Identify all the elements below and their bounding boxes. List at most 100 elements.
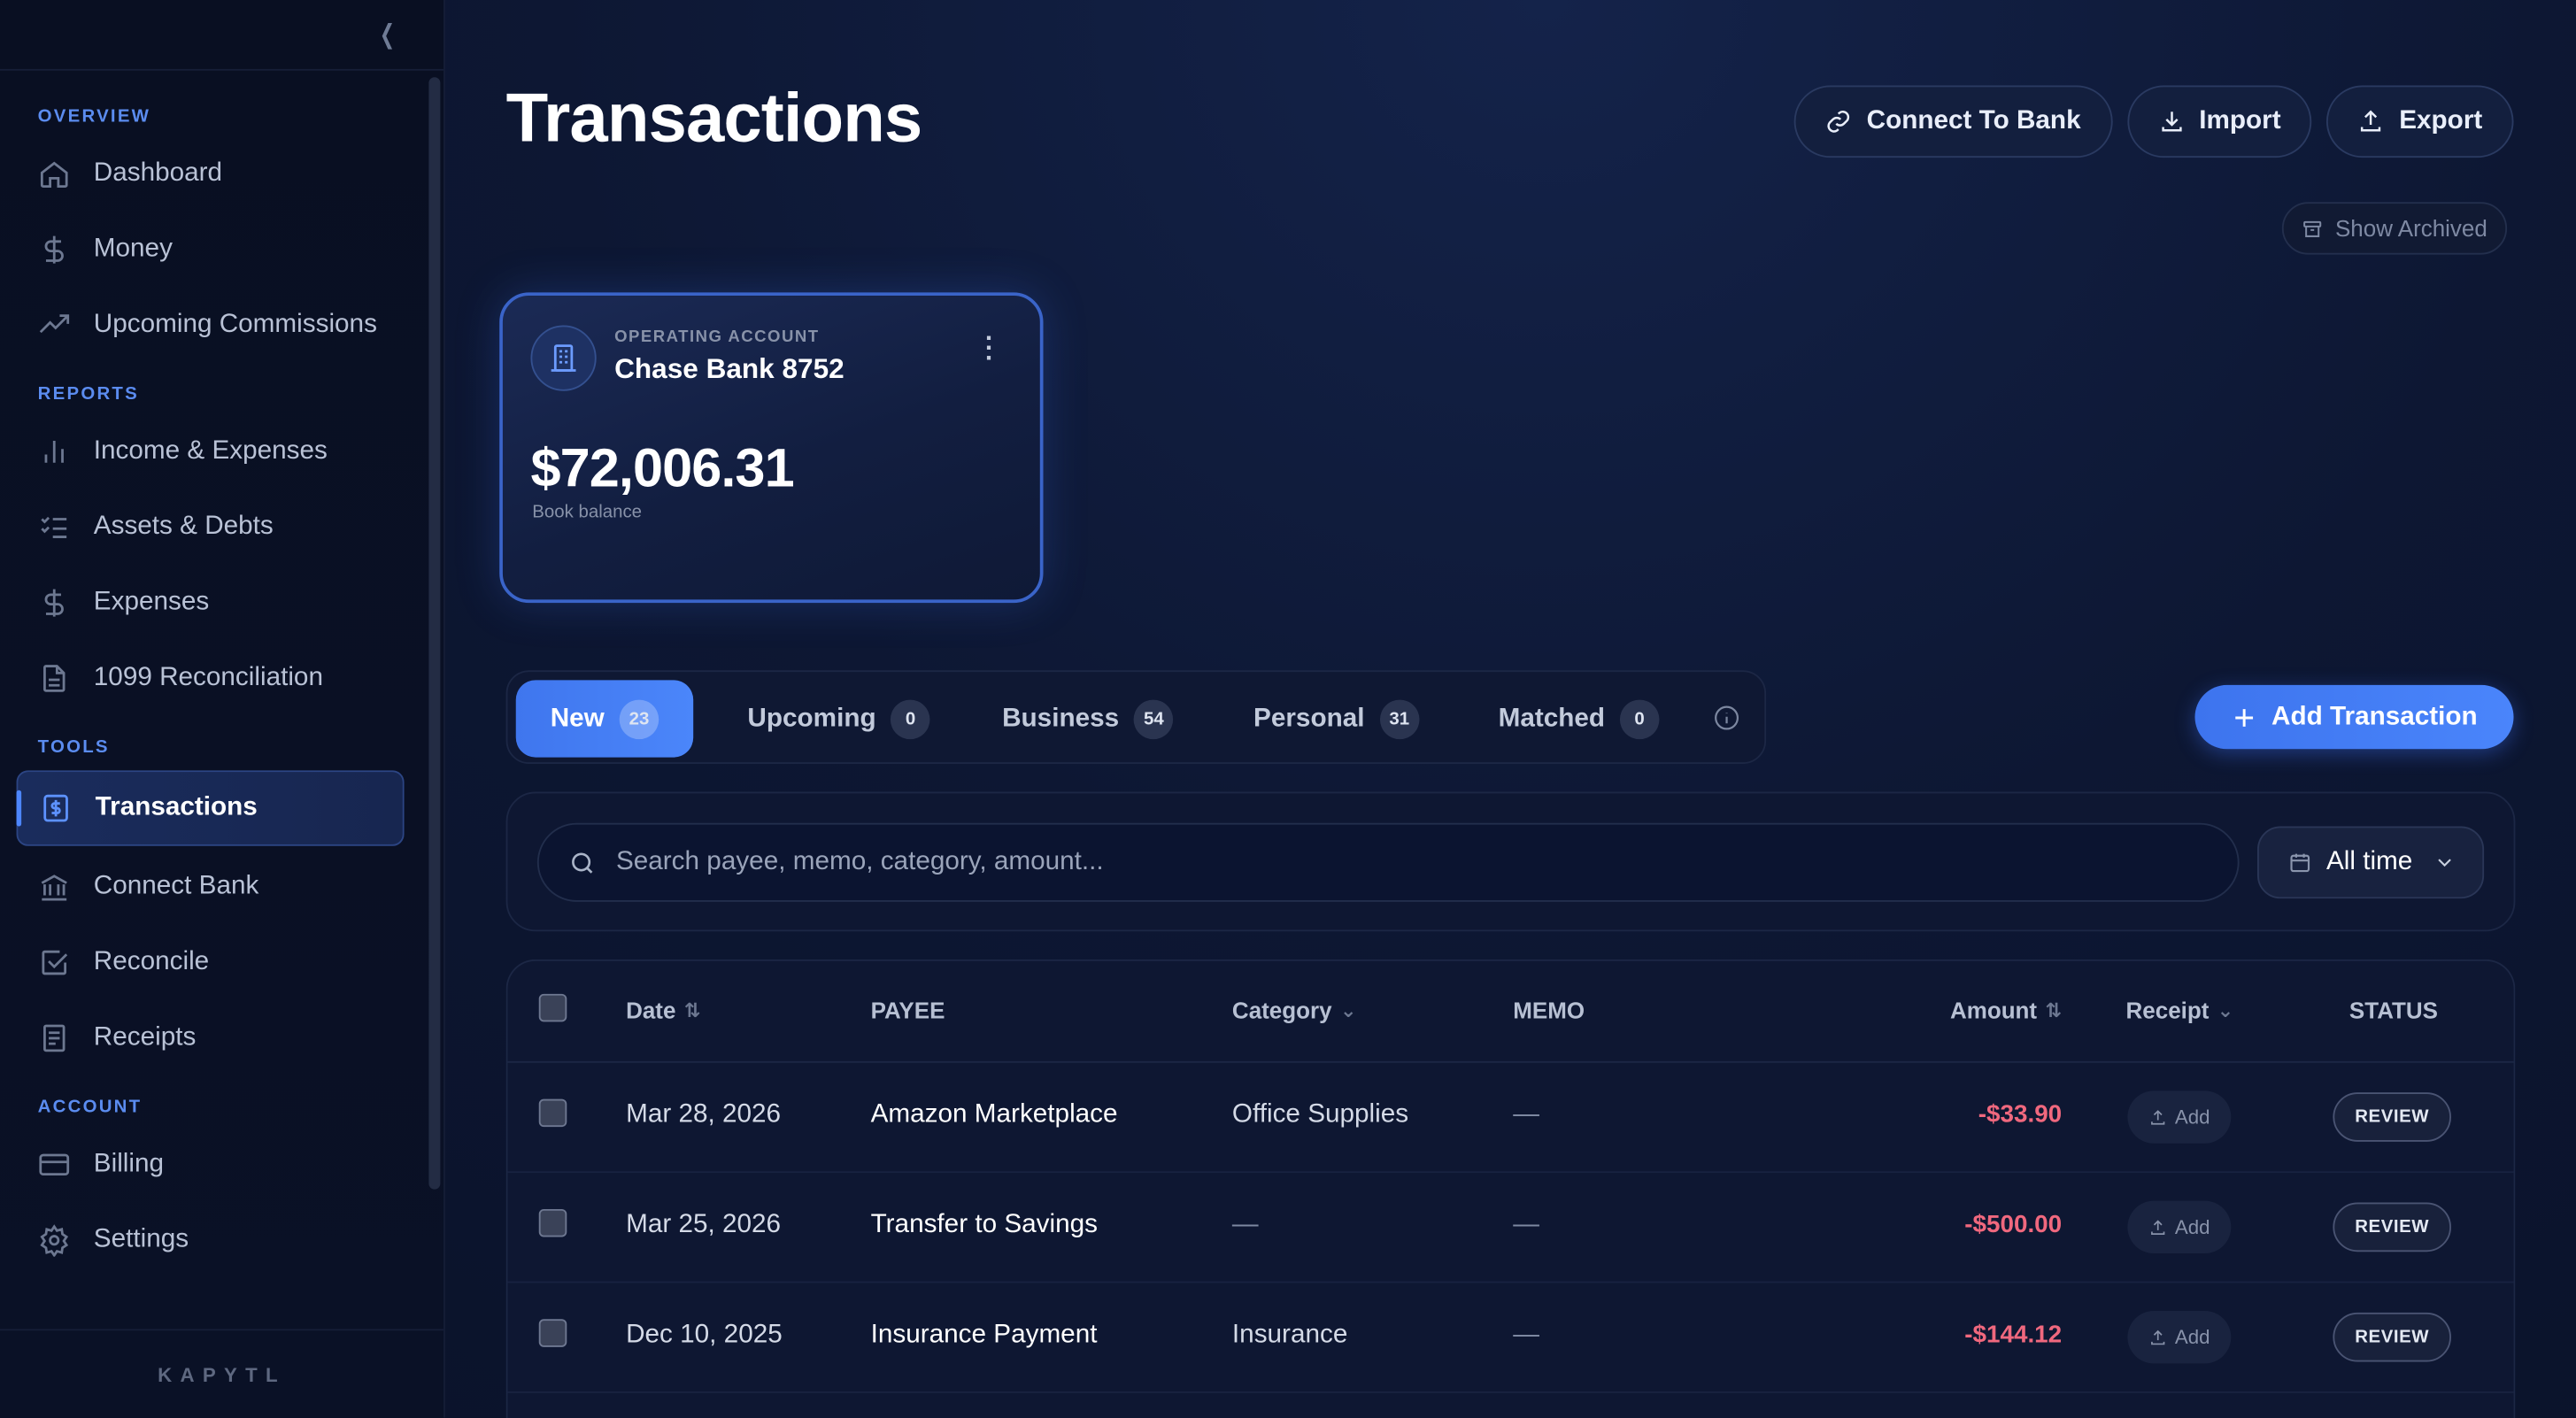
sidebar-item-label: Expenses (93, 588, 210, 616)
count-badge: 31 (1379, 698, 1420, 739)
sidebar-item-1099-reconciliation[interactable]: 1099 Reconciliation (0, 641, 443, 716)
upload-icon (2150, 1219, 2165, 1235)
import-button[interactable]: Import (2126, 85, 2312, 158)
collapse-sidebar-button[interactable]: ❮ (0, 0, 444, 71)
sidebar-item-connect-bank[interactable]: Connect Bank (0, 850, 443, 925)
column-status: STATUS (2349, 998, 2438, 1024)
row-date: Dec 10, 2025 (626, 1321, 783, 1349)
sidebar-item-label: Settings (93, 1225, 189, 1254)
sidebar-item-receipts[interactable]: Receipts (0, 1000, 443, 1075)
column-date[interactable]: Date ⇅ (626, 998, 700, 1024)
review-status-button[interactable]: REVIEW (2333, 1312, 2452, 1362)
tab-new[interactable]: New 23 (515, 680, 694, 758)
column-payee: PAYEE (871, 998, 945, 1024)
sidebar-item-reconcile[interactable]: Reconcile (0, 925, 443, 1000)
row-category[interactable]: Office Supplies (1232, 1100, 1408, 1129)
row-date: Mar 28, 2026 (626, 1100, 782, 1129)
home-icon (38, 158, 71, 190)
add-receipt-label: Add (2174, 1215, 2210, 1239)
tab-matched[interactable]: Matched 0 (1499, 680, 1660, 757)
table-header: Date ⇅ PAYEE Category ⌄ MEMO Amount ⇅ Recei… (507, 961, 2514, 1063)
sidebar-item-label: Reconcile (93, 947, 210, 976)
header-actions: Connect To Bank Import Export (1793, 85, 2514, 158)
row-checkbox[interactable] (538, 1319, 567, 1347)
column-receipt[interactable]: Receipt ⌄ (2126, 998, 2234, 1024)
sidebar-item-assets-debts[interactable]: Assets & Debts (0, 489, 443, 565)
tab-personal[interactable]: Personal 31 (1253, 680, 1420, 757)
row-category[interactable]: — (1232, 1211, 1259, 1240)
account-card[interactable]: OPERATING ACCOUNT Chase Bank 8752 · · · $7… (499, 292, 1044, 604)
review-status-button[interactable]: REVIEW (2333, 1092, 2452, 1142)
tab-label: Personal (1253, 704, 1365, 732)
table-row[interactable]: Mar 25, 2026 Transfer to Savings — — -$5… (507, 1173, 2514, 1283)
table-row[interactable]: Dec 10, 2025 Insurance Payment Insurance… (507, 1283, 2514, 1393)
chevron-down-icon: ⌄ (2217, 998, 2234, 1022)
section-title-account: ACCOUNT (37, 1097, 143, 1118)
dollar-icon (38, 234, 71, 266)
review-status-button[interactable]: REVIEW (2333, 1202, 2452, 1252)
count-badge: 54 (1133, 698, 1174, 739)
column-label: PAYEE (870, 997, 945, 1024)
sidebar-item-billing[interactable]: Billing (0, 1127, 443, 1202)
search-box[interactable] (536, 822, 2240, 902)
row-memo: — (1513, 1321, 1539, 1349)
tab-upcoming[interactable]: Upcoming 0 (747, 680, 930, 757)
tab-label: Upcoming (747, 704, 876, 732)
sidebar-item-label: Upcoming Commissions (93, 310, 377, 339)
bank-icon (38, 871, 71, 904)
column-amount[interactable]: Amount ⇅ (1950, 998, 2062, 1024)
balance-label: Book balance (532, 502, 643, 523)
row-date: Mar 25, 2026 (626, 1210, 782, 1239)
table-row[interactable]: Mar 28, 2026 Amazon Marketplace Office S… (507, 1063, 2514, 1174)
column-label: Category (1231, 997, 1332, 1024)
import-label: Import (2199, 106, 2281, 135)
column-label: Receipt (2125, 997, 2210, 1024)
add-receipt-button[interactable]: Add (2127, 1311, 2232, 1364)
sidebar-item-transactions[interactable]: Transactions (16, 770, 405, 846)
select-all-checkbox[interactable] (538, 993, 567, 1022)
chevron-down-icon: ⌄ (1339, 998, 1357, 1022)
sort-icon: ⇅ (2045, 998, 2063, 1022)
sidebar-item-money[interactable]: Money (0, 212, 443, 287)
receipt-dollar-icon (40, 792, 73, 825)
tab-business[interactable]: Business 54 (1002, 680, 1174, 757)
transactions-table: Date ⇅ PAYEE Category ⌄ MEMO Amount ⇅ Recei… (505, 959, 2516, 1418)
row-checkbox[interactable] (538, 1208, 567, 1237)
connect-to-bank-button[interactable]: Connect To Bank (1793, 85, 2112, 158)
sidebar-item-dashboard[interactable]: Dashboard (0, 136, 443, 212)
sidebar-item-label: Transactions (95, 793, 258, 821)
sidebar: ❮ OVERVIEW Dashboard Money Upcoming Comm… (0, 0, 445, 1418)
main-content: Transactions Connect To Bank Import Expo… (445, 0, 2576, 1418)
sidebar-item-income-expenses[interactable]: Income & Expenses (0, 414, 443, 489)
show-archived-button[interactable]: Show Archived (2282, 202, 2508, 255)
sidebar-item-label: Receipts (93, 1023, 197, 1052)
add-transaction-label: Add Transaction (2271, 702, 2478, 730)
search-input[interactable] (615, 847, 2194, 878)
sidebar-item-settings[interactable]: Settings (0, 1203, 443, 1278)
column-category[interactable]: Category ⌄ (1232, 998, 1357, 1024)
time-filter-value: All time (2325, 847, 2413, 876)
add-receipt-button[interactable]: Add (2127, 1200, 2232, 1254)
export-button[interactable]: Export (2326, 85, 2514, 158)
column-label: Date (626, 997, 676, 1024)
row-checkbox[interactable] (538, 1098, 567, 1128)
row-payee: Insurance Payment (870, 1321, 1098, 1349)
document-icon (38, 662, 71, 695)
transaction-tabs: New 23 Upcoming 0 Business 54 Personal 3… (505, 670, 1767, 764)
column-label: MEMO (1513, 997, 1585, 1024)
add-receipt-button[interactable]: Add (2127, 1090, 2232, 1144)
row-category[interactable]: Insurance (1232, 1321, 1347, 1350)
tab-label: Matched (1498, 704, 1606, 732)
chevron-down-icon (2439, 859, 2452, 867)
info-icon[interactable] (1714, 705, 1740, 731)
connect-label: Connect To Bank (1866, 106, 2081, 135)
sidebar-item-expenses[interactable]: Expenses (0, 565, 443, 640)
export-label: Export (2399, 106, 2483, 135)
more-options-icon[interactable]: · · · (985, 326, 994, 372)
time-filter-dropdown[interactable]: All time (2257, 826, 2485, 899)
sidebar-item-upcoming-commissions[interactable]: Upcoming Commissions (0, 288, 443, 363)
add-receipt-label: Add (2174, 1325, 2210, 1349)
check-square-icon (38, 946, 71, 979)
add-transaction-button[interactable]: Add Transaction (2194, 684, 2514, 750)
sidebar-scrollbar[interactable] (428, 77, 441, 1190)
